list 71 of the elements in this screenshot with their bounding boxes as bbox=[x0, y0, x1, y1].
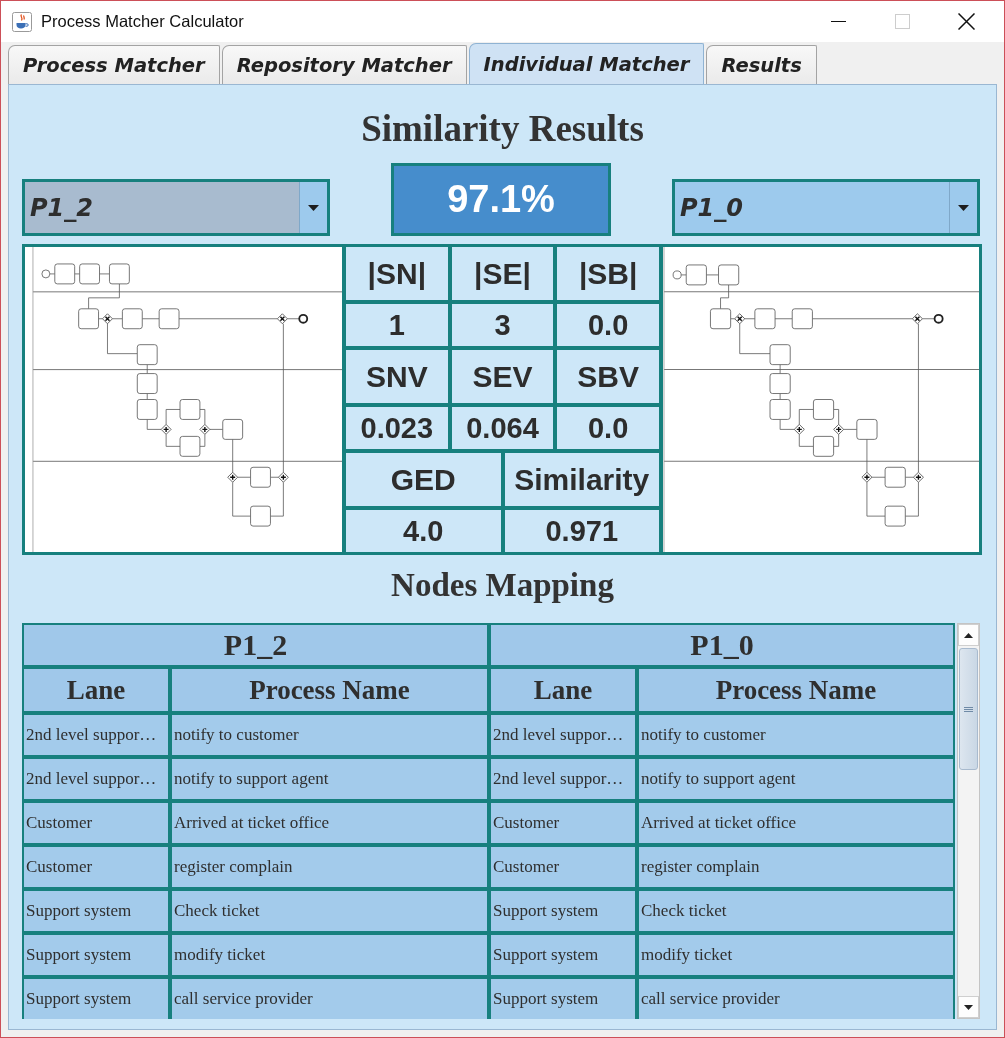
table-cell: Support system bbox=[24, 979, 168, 1019]
table-cell: register complain bbox=[172, 847, 487, 887]
down-arrow-icon bbox=[964, 1004, 973, 1010]
section-title: Similarity Results bbox=[361, 107, 644, 151]
close-icon bbox=[957, 13, 975, 30]
table-cell: modify ticket bbox=[172, 935, 487, 975]
scrollbar-thumb[interactable] bbox=[959, 648, 978, 770]
metric-value: 0.0 bbox=[557, 407, 659, 449]
tab[interactable]: Results bbox=[706, 45, 817, 84]
column-header: Process Name bbox=[639, 669, 953, 711]
column-header: Lane bbox=[24, 669, 168, 711]
table-cell: Support system bbox=[24, 935, 168, 975]
metric-value: 0.064 bbox=[451, 407, 554, 449]
table-cell: call service provider bbox=[639, 979, 953, 1019]
metric-label: |SN| bbox=[346, 247, 448, 300]
minimize-icon bbox=[830, 21, 846, 22]
process-dropdown[interactable]: P1_2 bbox=[22, 179, 330, 236]
scroll-down-button[interactable] bbox=[958, 996, 979, 1018]
metric-label: Similarity bbox=[504, 453, 659, 506]
table-cell: Support system bbox=[491, 935, 635, 975]
similarity-score: 97.1% bbox=[391, 163, 611, 236]
metric-value: 4.0 bbox=[346, 510, 501, 552]
process-header: P1_0 bbox=[491, 625, 953, 665]
metric-value: 1 bbox=[346, 304, 448, 346]
section-title: Nodes Mapping bbox=[391, 567, 614, 605]
table-cell: notify to support agent bbox=[172, 759, 487, 799]
metric-value: 0.971 bbox=[504, 510, 659, 552]
table-cell: Support system bbox=[24, 891, 168, 931]
process-dropdown[interactable]: P1_0 bbox=[672, 179, 980, 236]
column-header: Lane bbox=[491, 669, 635, 711]
table-cell: notify to customer bbox=[639, 715, 953, 755]
metric-label: SBV bbox=[557, 350, 659, 403]
scroll-up-button[interactable] bbox=[958, 624, 979, 646]
caret-icon bbox=[308, 204, 319, 211]
up-arrow-icon bbox=[964, 632, 973, 638]
table-cell: notify to support agent bbox=[639, 759, 953, 799]
table-cell: Customer bbox=[491, 803, 635, 843]
table-cell: Support system bbox=[491, 979, 635, 1019]
process-header: P1_2 bbox=[24, 625, 487, 665]
table-cell: Arrived at ticket office bbox=[172, 803, 487, 843]
table-cell: 2nd level suppor… bbox=[491, 759, 635, 799]
table-cell: 2nd level suppor… bbox=[24, 715, 168, 755]
table-cell: Support system bbox=[491, 891, 635, 931]
tab[interactable]: Process Matcher bbox=[8, 45, 220, 84]
metric-label: SNV bbox=[346, 350, 448, 403]
table-cell: 2nd level suppor… bbox=[491, 715, 635, 755]
tab[interactable]: Individual Matcher bbox=[468, 43, 705, 84]
table-cell: modify ticket bbox=[639, 935, 953, 975]
table-cell: notify to customer bbox=[172, 715, 487, 755]
table-cell: Check ticket bbox=[639, 891, 953, 931]
metric-value: 0.023 bbox=[346, 407, 448, 449]
table-cell: call service provider bbox=[172, 979, 487, 1019]
table-cell: Customer bbox=[24, 847, 168, 887]
metric-label: |SB| bbox=[557, 247, 659, 300]
tab[interactable]: Repository Matcher bbox=[221, 45, 467, 84]
metric-label: SEV bbox=[451, 350, 554, 403]
grip-icon bbox=[964, 706, 973, 712]
table-cell: Customer bbox=[491, 847, 635, 887]
column-header: Process Name bbox=[172, 669, 487, 711]
coffee-cup-icon bbox=[12, 11, 32, 32]
metric-value: 3 bbox=[451, 304, 554, 346]
metric-label: |SE| bbox=[451, 247, 554, 300]
metric-label: GED bbox=[346, 453, 501, 506]
window-title: Process Matcher Calculator bbox=[41, 12, 245, 31]
table-cell: 2nd level suppor… bbox=[24, 759, 168, 799]
table-cell: Customer bbox=[24, 803, 168, 843]
table-cell: Check ticket bbox=[172, 891, 487, 931]
caret-icon bbox=[958, 204, 969, 211]
table-cell: Arrived at ticket office bbox=[639, 803, 953, 843]
metric-value: 0.0 bbox=[557, 304, 659, 346]
table-cell: register complain bbox=[639, 847, 953, 887]
